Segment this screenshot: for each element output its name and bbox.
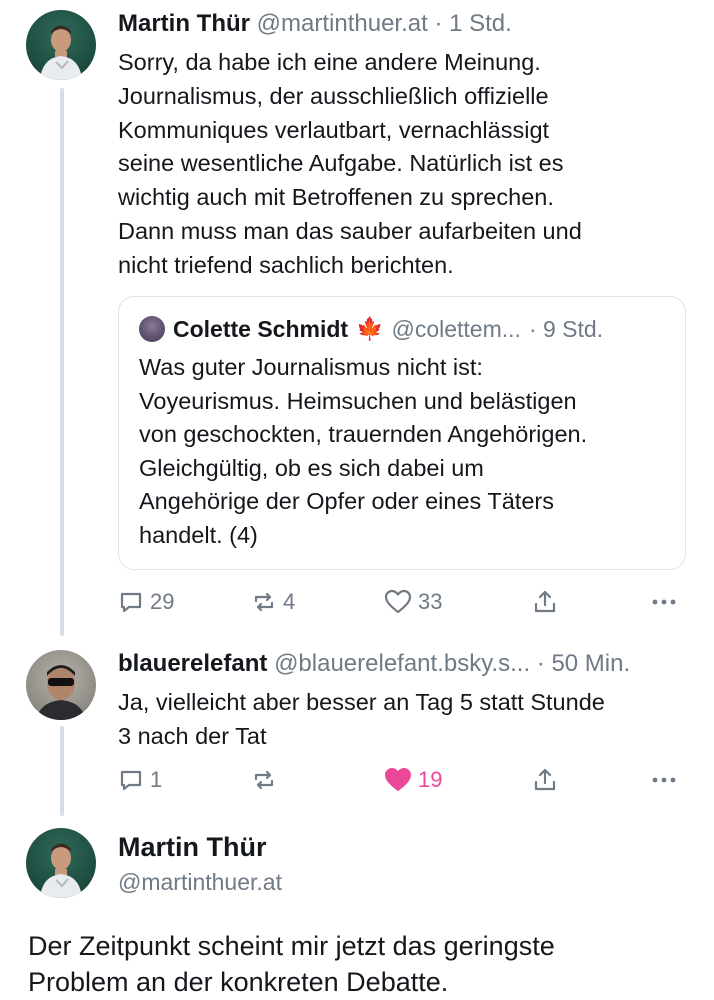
thread-connector xyxy=(60,88,64,636)
avatar[interactable] xyxy=(26,650,96,720)
avatar[interactable] xyxy=(26,10,96,80)
quoted-post[interactable]: Colette Schmidt 🍁 @colettem... · 9 Std. … xyxy=(118,296,686,570)
post-blauerelefant[interactable]: blauerelefant @blauerelefant.bsky.s... ·… xyxy=(118,648,690,754)
quoted-author-handle: @colettem... xyxy=(391,316,521,342)
repost-icon xyxy=(254,770,274,790)
focused-post-text: Der Zeitpunkt scheint mir jetzt das geri… xyxy=(28,928,555,1000)
quoted-text-line: Gleichgültig, ob es sich dabei um xyxy=(139,454,484,481)
quoted-text-line: von geschockten, trauernden Angehörigen. xyxy=(139,421,588,448)
post-text-line: Problem an der konkreten Debatte. xyxy=(28,967,449,997)
post-text-line: seine wesentliche Aufgabe. Natürlich ist… xyxy=(118,150,564,177)
like-count: 33 xyxy=(418,589,443,614)
post-text-line: Der Zeitpunkt scheint mir jetzt das geri… xyxy=(28,931,555,961)
post-text: Ja, vielleicht aber besser an Tag 5 stat… xyxy=(118,686,690,754)
post-text-line: 3 nach der Tat xyxy=(118,722,267,749)
share-button[interactable] xyxy=(532,589,558,615)
post-actions: 29 4 33 xyxy=(118,585,680,619)
post-time[interactable]: · 1 Std. xyxy=(434,10,511,37)
repost-icon xyxy=(254,592,274,612)
avatar[interactable] xyxy=(26,828,96,898)
thread-connector xyxy=(60,726,64,816)
quoted-text-line: Voyeurismus. Heimsuchen und belästigen xyxy=(139,387,577,414)
author-name[interactable]: Martin Thür xyxy=(118,832,267,863)
post-text: Sorry, da habe ich eine andere Meinung. … xyxy=(118,46,690,283)
share-icon xyxy=(534,768,556,791)
reply-button[interactable]: 1 xyxy=(118,767,162,793)
author-handle[interactable]: @blauerelefant.bsky.s... xyxy=(274,650,530,677)
avatar-portrait xyxy=(36,665,86,720)
post-header: blauerelefant @blauerelefant.bsky.s... ·… xyxy=(118,648,690,680)
more-button[interactable] xyxy=(650,767,678,793)
quoted-text-line: Angehörige der Opfer oder eines Täters xyxy=(139,488,554,515)
quoted-post-header: Colette Schmidt 🍁 @colettem... · 9 Std. xyxy=(139,313,665,345)
repost-count: 4 xyxy=(283,589,296,614)
avatar-portrait xyxy=(40,25,82,80)
maple-leaf-icon: 🍁 xyxy=(356,316,384,341)
share-button[interactable] xyxy=(532,767,558,793)
repost-button[interactable] xyxy=(251,767,283,793)
post-text-line: Kommuniques verlautbart, vernachlässigt xyxy=(118,116,550,143)
quoted-post-text: Was guter Journalismus nicht ist: Voyeur… xyxy=(139,351,665,553)
post-text-line: Dann muss man das sauber aufarbeiten und xyxy=(118,217,582,244)
post-actions: 1 19 xyxy=(118,763,680,797)
author-handle[interactable]: @martinthuer.at xyxy=(257,10,428,37)
avatar-portrait xyxy=(40,843,82,898)
post-martin-1[interactable]: Martin Thür @martinthuer.at · 1 Std. Sor… xyxy=(118,8,690,283)
more-icon xyxy=(652,599,676,605)
more-button[interactable] xyxy=(650,589,678,615)
author-name[interactable]: Martin Thür xyxy=(118,10,250,37)
reply-count: 1 xyxy=(150,767,163,792)
reply-icon xyxy=(120,592,142,613)
post-header: Martin Thür @martinthuer.at · 1 Std. xyxy=(118,8,690,40)
quoted-author-name: Colette Schmidt xyxy=(173,316,349,342)
author-handle[interactable]: @martinthuer.at xyxy=(118,869,282,896)
author-name[interactable]: blauerelefant xyxy=(118,650,267,677)
like-icon-filled xyxy=(385,768,411,791)
like-button[interactable]: 33 xyxy=(384,589,442,615)
reply-button[interactable]: 29 xyxy=(118,589,174,615)
reply-count: 29 xyxy=(150,589,175,614)
quoted-avatar xyxy=(139,316,165,342)
post-text-line: nicht triefend sachlich berichten. xyxy=(118,251,454,278)
like-button[interactable]: 19 xyxy=(384,767,442,793)
post-time[interactable]: · 50 Min. xyxy=(537,650,630,677)
share-icon xyxy=(534,590,556,613)
post-text-line: Journalismus, der ausschließlich offizie… xyxy=(118,82,549,109)
like-icon xyxy=(384,589,412,614)
quoted-text-line: Was guter Journalismus nicht ist: xyxy=(139,354,483,380)
post-text-line: wichtig auch mit Betroffenen zu sprechen… xyxy=(118,184,554,211)
more-icon xyxy=(652,777,676,783)
quoted-text-line: handelt. (4) xyxy=(139,521,258,548)
repost-button[interactable]: 4 xyxy=(251,589,295,615)
post-text-line: Sorry, da habe ich eine andere Meinung. xyxy=(118,49,541,75)
quoted-post-time: · 9 Std. xyxy=(528,316,604,342)
like-count: 19 xyxy=(418,767,443,792)
post-text-line: Ja, vielleicht aber besser an Tag 5 stat… xyxy=(118,689,605,715)
reply-icon xyxy=(120,770,142,791)
